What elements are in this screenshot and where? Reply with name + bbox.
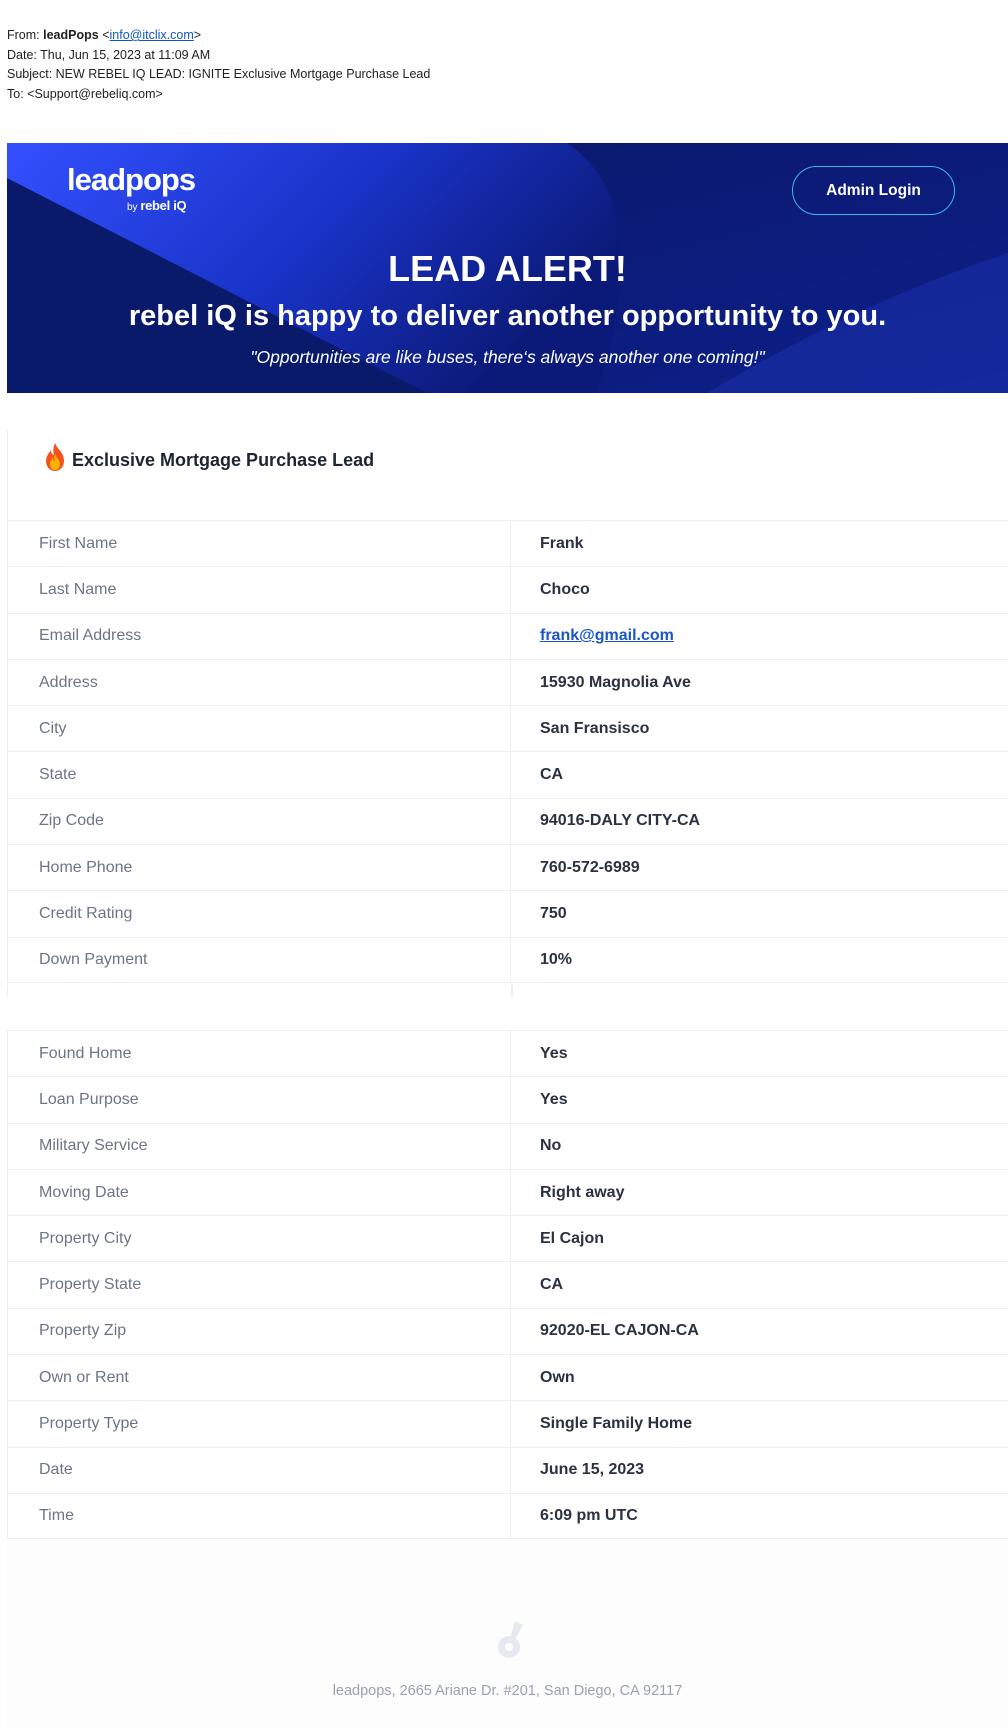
table-row: Credit Rating 750 <box>8 890 1008 937</box>
from-bracket-close: > <box>193 28 202 42</box>
table-row: City San Fransisco <box>8 705 1008 752</box>
logo-brand: rebel iQ <box>140 198 187 213</box>
table-row: State CA <box>8 751 1008 798</box>
footer-address: leadpops, 2665 Ariane Dr. #201, San Dieg… <box>332 1683 683 1699</box>
field-value: 760-572-6989 <box>540 858 640 876</box>
logo-wordmark: leadpops <box>67 162 196 197</box>
field-value: CA <box>540 1276 564 1294</box>
field-label: State <box>8 752 511 798</box>
field-value: Own <box>540 1368 575 1386</box>
table-row: Time 6:09 pm UTC <box>8 1492 1008 1540</box>
field-label: First Name <box>8 521 511 567</box>
banner-title: LEAD ALERT! <box>388 248 627 289</box>
table-row: Property Zip 92020-EL CAJON-CA <box>8 1307 1008 1355</box>
table-row: Loan Purpose Yes <box>8 1076 1008 1123</box>
from-line: From: leadPops <info@itclix.com> <box>7 26 430 46</box>
banner-subtitle: rebel iQ is happy to deliver another opp… <box>128 300 887 332</box>
banner-quote: "Opportunities are like buses, there‘s a… <box>250 347 765 367</box>
lead-title-row: Exclusive Mortgage Purchase Lead <box>43 442 374 472</box>
table-row: Email Address frank@gmail.com <box>8 612 1008 659</box>
table-row: Property Type Single Family Home <box>8 1400 1008 1447</box>
field-label: Home Phone <box>8 845 511 891</box>
field-value: 750 <box>540 905 567 923</box>
field-label: Found Home <box>8 1031 511 1077</box>
field-label: City <box>8 706 511 752</box>
field-value: El Cajon <box>540 1229 605 1247</box>
field-label: Credit Rating <box>8 891 511 937</box>
leadpops-logo: leadpops by rebel iQ <box>67 162 196 214</box>
field-value: Single Family Home <box>540 1415 693 1433</box>
field-label: Own or Rent <box>8 1355 511 1401</box>
table-row: Address 15930 Magnolia Ave <box>8 658 1008 706</box>
table-row: First Name Frank <box>8 520 1008 567</box>
table-divider-tail <box>7 985 1008 997</box>
fire-icon <box>46 443 64 471</box>
logo-byline: by rebel iQ <box>127 198 187 213</box>
table-row: Last Name Choco <box>8 566 1008 613</box>
field-label: Property Type <box>8 1401 511 1447</box>
field-label: Property City <box>8 1216 511 1262</box>
table-row: Zip Code 94016-DALY CITY-CA <box>8 797 1008 845</box>
subject-line: Subject: NEW REBEL IQ LEAD: IGNITE Exclu… <box>7 67 431 81</box>
from-bracket-open: < <box>102 28 110 42</box>
field-value: No <box>540 1137 562 1155</box>
lead-email-link[interactable]: frank@gmail.com <box>540 627 674 645</box>
table-row: Moving Date Right away <box>8 1168 1008 1216</box>
to-line: To: <Support@rebeliq.com> <box>7 86 163 101</box>
field-value: Yes <box>540 1044 568 1062</box>
field-value: CA <box>540 766 564 784</box>
field-label: Loan Purpose <box>8 1077 511 1123</box>
email-headers: From: leadPops <info@itclix.com> Date: T… <box>7 26 430 104</box>
field-label: Date <box>8 1447 511 1493</box>
leadpops-pin-icon <box>498 1621 523 1658</box>
logo-by: by <box>127 202 138 213</box>
table-row: Date June 15, 2023 <box>8 1446 1008 1493</box>
field-value: 6:09 pm UTC <box>540 1507 638 1525</box>
lead-details-table: First Name Frank Last Name Choco Email Addre… <box>7 520 1008 983</box>
table-row: Home Phone 760-572-6989 <box>8 844 1008 891</box>
field-label: Zip Code <box>8 798 511 845</box>
property-details-table: Found Home Yes Loan Purpose Yes Military Ser… <box>7 1030 1008 1540</box>
field-value: Choco <box>540 580 590 598</box>
field-label: Down Payment <box>8 937 511 982</box>
field-value: Yes <box>540 1090 568 1108</box>
date-line: Date: Thu, Jun 15, 2023 at 11:09 AM <box>7 47 211 62</box>
field-value: 94016-DALY CITY-CA <box>540 812 701 830</box>
table-row: Property State CA <box>8 1261 1008 1308</box>
field-label: Email Address <box>8 613 511 659</box>
field-value: June 15, 2023 <box>540 1461 645 1479</box>
field-label: Time <box>8 1493 511 1539</box>
table-row: Found Home Yes <box>8 1030 1008 1077</box>
admin-login-button[interactable]: Admin Login <box>792 166 955 215</box>
from-label: From: <box>7 28 40 42</box>
lead-alert-banner: leadpops by rebel iQ Admin Login LEAD AL… <box>7 143 1008 393</box>
table-row: Property City El Cajon <box>8 1215 1008 1262</box>
table-row: Down Payment 10% <box>8 936 1008 983</box>
sender-email-link[interactable]: info@itclix.com <box>110 28 194 42</box>
lead-title: Exclusive Mortgage Purchase Lead <box>72 449 375 470</box>
field-value: 92020-EL CAJON-CA <box>540 1322 699 1340</box>
field-label: Military Service <box>8 1123 511 1169</box>
field-value: frank@gmail.com <box>511 614 1008 659</box>
field-value: 10% <box>540 950 573 968</box>
field-label: Property Zip <box>8 1308 511 1355</box>
field-value: Frank <box>540 534 584 552</box>
field-label: Moving Date <box>8 1169 511 1216</box>
lead-section-header: Exclusive Mortgage Purchase Lead <box>7 430 1008 520</box>
field-label: Last Name <box>8 567 511 613</box>
field-value: San Fransisco <box>540 719 650 737</box>
field-value: 15930 Magnolia Ave <box>540 673 691 691</box>
field-label: Address <box>8 659 511 706</box>
email-footer: leadpops, 2665 Ariane Dr. #201, San Dieg… <box>7 1542 1008 1728</box>
table-row: Own or Rent Own <box>8 1354 1008 1401</box>
sender-name: leadPops <box>43 28 99 42</box>
table-row: Military Service No <box>8 1122 1008 1169</box>
field-value: Right away <box>540 1183 625 1201</box>
field-label: Property State <box>8 1262 511 1308</box>
